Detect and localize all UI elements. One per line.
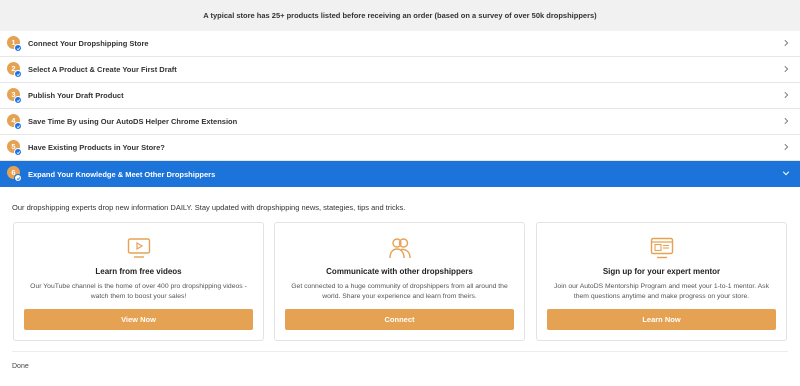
step-5-row[interactable]: 5 Have Existing Products in Your Store?	[0, 135, 800, 161]
video-play-icon	[127, 238, 150, 258]
card-learn-videos: Learn from free videos Our YouTube chann…	[13, 222, 264, 341]
chevron-right-icon	[784, 91, 789, 99]
card-communicate: Communicate with other dropshippers Get …	[274, 222, 525, 341]
step-label: Save Time By using Our AutoDS Helper Chr…	[28, 117, 238, 126]
step-label: Select A Product & Create Your First Dra…	[28, 65, 177, 74]
card-title: Learn from free videos	[95, 267, 182, 276]
check-icon	[14, 174, 22, 182]
check-icon	[14, 122, 22, 130]
chevron-right-icon	[784, 143, 789, 151]
step-label: Publish Your Draft Product	[28, 91, 124, 100]
step-3-row[interactable]: 3 Publish Your Draft Product	[0, 83, 800, 109]
learn-now-button[interactable]: Learn Now	[547, 309, 776, 330]
card-mentor: Sign up for your expert mentor Join our …	[536, 222, 787, 341]
card-title: Sign up for your expert mentor	[602, 267, 721, 276]
done-link[interactable]: Done	[12, 363, 29, 370]
expanded-intro-text: Our dropshipping experts drop new inform…	[12, 203, 406, 212]
chevron-right-icon	[784, 65, 789, 73]
survey-banner: A typical store has 25+ products listed …	[0, 0, 800, 31]
step-label: Expand Your Knowledge & Meet Other Drops…	[28, 169, 216, 179]
card-description: Join our AutoDS Mentorship Program and m…	[554, 283, 769, 300]
step-label: Have Existing Products in Your Store?	[28, 143, 165, 152]
step-label: Connect Your Dropshipping Store	[28, 39, 149, 48]
step-1-row[interactable]: 1 Connect Your Dropshipping Store	[0, 31, 800, 57]
step-6-row[interactable]: 6 Expand Your Knowledge & Meet Other Dro…	[0, 161, 800, 187]
card-description: Our YouTube channel is the home of over …	[30, 283, 247, 300]
check-icon	[14, 44, 22, 52]
step-2-row[interactable]: 2 Select A Product & Create Your First D…	[0, 57, 800, 83]
check-icon	[14, 148, 22, 156]
mentor-screen-icon	[650, 237, 673, 259]
check-icon	[14, 70, 22, 78]
connect-button[interactable]: Connect	[285, 309, 514, 330]
check-icon	[14, 96, 22, 104]
footer-divider	[12, 351, 788, 352]
chevron-down-icon	[782, 171, 790, 176]
community-icon	[388, 238, 411, 259]
step-4-row[interactable]: 4 Save Time By using Our AutoDS Helper C…	[0, 109, 800, 135]
card-title: Communicate with other dropshippers	[326, 267, 473, 276]
chevron-right-icon	[784, 117, 789, 125]
card-description: Get connected to a huge community of dro…	[291, 283, 508, 300]
banner-text: A typical store has 25+ products listed …	[203, 11, 597, 20]
chevron-right-icon	[784, 39, 789, 47]
view-now-button[interactable]: View Now	[24, 309, 253, 330]
